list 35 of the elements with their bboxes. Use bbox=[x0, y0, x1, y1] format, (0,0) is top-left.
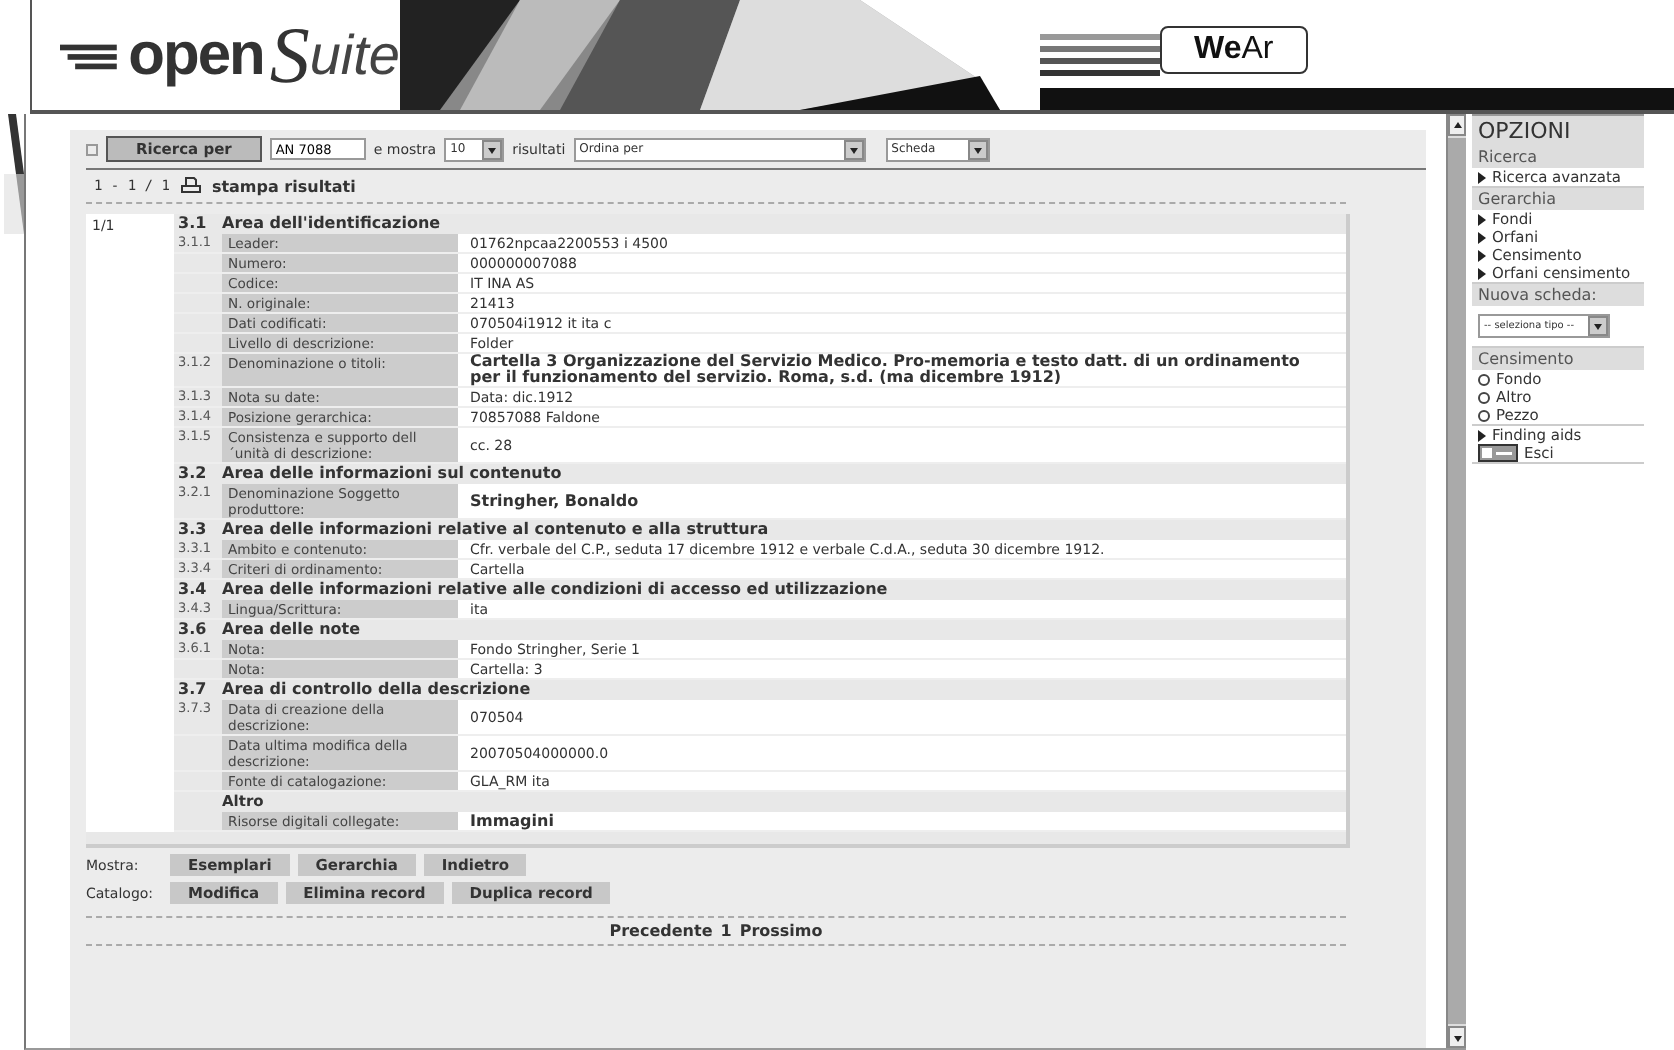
print-link[interactable]: stampa risultati bbox=[211, 177, 356, 195]
panel-heading: Censimento bbox=[1472, 348, 1644, 370]
section-title: Area delle informazioni sul contenuto bbox=[222, 464, 562, 484]
section-number: 3.4 bbox=[176, 580, 209, 600]
exit-door-icon[interactable] bbox=[1478, 444, 1518, 462]
logo-letter: S bbox=[269, 8, 310, 102]
section-number: 3.1 bbox=[176, 214, 209, 234]
previous-link[interactable]: Precedente bbox=[609, 922, 713, 940]
radio-button[interactable] bbox=[1478, 391, 1490, 403]
panel-heading: Nuova scheda: bbox=[1472, 284, 1644, 306]
section-number: 3.7 bbox=[176, 680, 209, 700]
field-value: Stringher, Bonaldo bbox=[458, 484, 1346, 518]
panel-heading: Ricerca bbox=[1472, 146, 1644, 168]
field-value: Immagini bbox=[458, 812, 1346, 830]
radio-button[interactable] bbox=[1478, 373, 1490, 385]
section-number: 3.2 bbox=[176, 464, 209, 484]
app-tab[interactable]: WeAr bbox=[1160, 25, 1308, 73]
section-title: Area delle note bbox=[222, 620, 361, 640]
page-link[interactable]: 1 bbox=[720, 922, 732, 940]
section-title: Area dell'identificazione bbox=[222, 214, 441, 234]
section-title: Area delle informazioni relative al contenuto e alla struttura bbox=[222, 520, 769, 540]
section-title: Area di controllo della descrizione bbox=[222, 680, 531, 700]
logo-text: uite bbox=[309, 23, 400, 87]
logo-text: open bbox=[128, 21, 264, 89]
section-title: Area delle informazioni relative alle condizioni di accesso ed utilizzazione bbox=[222, 580, 888, 600]
radio-button[interactable] bbox=[1478, 409, 1490, 421]
panel-heading: Gerarchia bbox=[1472, 188, 1644, 210]
section-number: 3.3 bbox=[176, 520, 209, 540]
scroll-down-icon[interactable] bbox=[1448, 1026, 1466, 1048]
panel-title: OPZIONI bbox=[1472, 114, 1644, 146]
scroll-up-icon[interactable] bbox=[1448, 114, 1466, 136]
next-link[interactable]: Prossimo bbox=[739, 922, 823, 940]
section-number: 3.6 bbox=[176, 620, 209, 640]
printer-icon bbox=[179, 176, 202, 196]
field-value: Cartella 3 Organizzazione del Servizio Medico. Pro-memoria e testo datt. di un ordinamento per il funzionamento del servizio. Roma, s.d. (ma dicembre 1912) bbox=[458, 354, 1346, 386]
